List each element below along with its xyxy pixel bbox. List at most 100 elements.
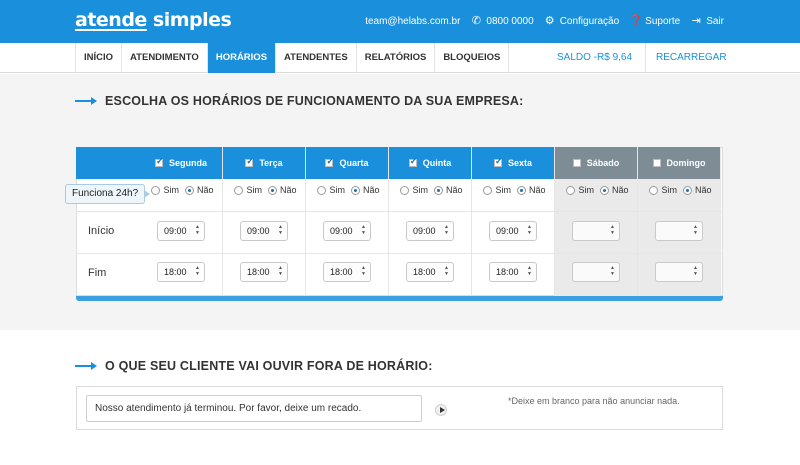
day-name: Terça [259, 158, 283, 168]
day-column: Quinta Sim Não 09:00 ▲▼ 18:00 ▲▼ [389, 147, 472, 296]
day-name: Segunda [168, 158, 207, 168]
radio-no[interactable] [516, 185, 526, 195]
spinner-arrows-icon: ▲ ▼ [610, 224, 615, 236]
spinner-arrows-icon: ▲ ▼ [195, 224, 200, 236]
day-checkbox[interactable] [245, 156, 254, 167]
radio-yes-label: Sim [412, 185, 428, 195]
tab-inicio[interactable]: INÍCIO [75, 43, 123, 73]
logout-link[interactable]: ⇥ Sair [690, 15, 724, 27]
day-header[interactable]: Quinta [389, 147, 471, 179]
end-time-select[interactable]: 18:00 ▲ ▼ [240, 262, 288, 282]
open-24h-options: Sim Não [140, 185, 222, 195]
play-message-button[interactable] [435, 404, 447, 416]
spinner-arrows-icon: ▲ ▼ [195, 265, 200, 277]
time-value: 09:00 [247, 226, 270, 236]
time-value: 09:00 [164, 226, 187, 236]
spinner-arrows-icon: ▲ ▼ [527, 224, 532, 236]
start-time-select[interactable]: 09:00 ▲ ▼ [240, 221, 288, 241]
tab-bloqueios[interactable]: BLOQUEIOS [435, 43, 510, 73]
start-time-select[interactable]: 09:00 ▲ ▼ [323, 221, 371, 241]
end-time-select[interactable]: 18:00 ▲ ▼ [489, 262, 537, 282]
start-time-select[interactable]: 09:00 ▲ ▼ [489, 221, 537, 241]
day-checkbox[interactable] [572, 159, 581, 167]
start-time-select[interactable]: ▲ ▼ [655, 221, 703, 241]
radio-no[interactable] [433, 185, 443, 195]
day-header[interactable]: Domingo [638, 147, 720, 179]
config-link[interactable]: ⚙ Configuração [544, 15, 619, 27]
out-of-hours-message-input[interactable]: Nosso atendimento já terminou. Por favor… [86, 395, 422, 422]
tab-relatorios[interactable]: RELATÓRIOS [357, 43, 436, 73]
day-header[interactable]: Sábado [555, 147, 637, 179]
recharge-link[interactable]: RECARREGAR [645, 43, 727, 73]
open-24h-options: Sim Não [389, 185, 471, 195]
radio-no[interactable] [350, 185, 360, 195]
radio-yes[interactable] [234, 185, 244, 195]
radio-yes[interactable] [483, 185, 493, 195]
support-link[interactable]: ❓ Suporte [629, 15, 680, 27]
radio-yes[interactable] [400, 185, 410, 195]
day-checkbox[interactable] [493, 156, 503, 167]
tab-atendentes[interactable]: ATENDENTES [276, 43, 357, 73]
day-checkbox[interactable] [652, 159, 661, 167]
radio-yes[interactable] [566, 185, 576, 195]
account-email[interactable]: team@helabs.com.br [365, 16, 460, 27]
radio-no[interactable] [184, 185, 194, 195]
row-label-start: Início [88, 225, 115, 237]
schedule-grid: Segunda Sim Não 09:00 ▲▼ 18:00 ▲▼ Terça Sim Não 09… [76, 147, 723, 301]
end-time-select[interactable]: 18:00 ▲ ▼ [406, 262, 454, 282]
schedule-bottom-bar [76, 296, 723, 301]
time-value: 18:00 [330, 267, 353, 277]
spinner-arrows-icon: ▲ ▼ [361, 224, 366, 236]
tab-atendimento[interactable]: ATENDIMENTO [122, 43, 208, 73]
radio-no[interactable] [599, 185, 609, 195]
day-checkbox[interactable] [325, 156, 334, 167]
day-header[interactable]: Sexta [472, 147, 554, 179]
open-24h-options: Sim Não [555, 185, 637, 195]
radio-no-label: Não [528, 185, 546, 195]
day-header[interactable]: Terça [223, 147, 305, 179]
row-label-end: Fim [88, 267, 107, 279]
end-time-select[interactable]: 18:00 ▲ ▼ [323, 262, 371, 282]
end-time-select[interactable]: ▲ ▼ [655, 262, 703, 282]
radio-yes[interactable] [649, 185, 659, 195]
radio-yes-label: Sim [578, 185, 594, 195]
radio-yes[interactable] [151, 185, 161, 195]
end-time-select[interactable]: ▲ ▼ [572, 262, 620, 282]
row-divider [76, 211, 723, 212]
spinner-arrows-icon: ▲ ▼ [278, 224, 283, 236]
day-checkbox[interactable] [408, 156, 417, 167]
help-icon: ❓ [629, 15, 643, 27]
time-value: 18:00 [164, 267, 187, 277]
config-label: Configuração [559, 15, 620, 27]
radio-no-label: Não [362, 185, 380, 195]
spinner-arrows-icon: ▲ ▼ [693, 265, 698, 277]
hours-section-title: ESCOLHA OS HORÁRIOS DE FUNCIONAMENTO DA … [75, 94, 524, 108]
start-time-select[interactable]: 09:00 ▲ ▼ [406, 221, 454, 241]
logo[interactable]: atende simples [75, 9, 232, 31]
radio-yes[interactable] [317, 185, 327, 195]
start-time-select[interactable]: ▲ ▼ [572, 221, 620, 241]
tab-horarios[interactable]: HORÁRIOS [207, 43, 277, 73]
time-value: 09:00 [413, 226, 436, 236]
phone-link[interactable]: ✆ 0800 0000 [470, 15, 534, 27]
day-header[interactable]: Segunda [140, 147, 222, 179]
day-column: Sábado Sim Não ▲ ▼ ▲ ▼ [555, 147, 638, 296]
day-checkbox[interactable] [154, 156, 164, 167]
time-value: 09:00 [496, 226, 519, 236]
day-header[interactable]: Quarta [306, 147, 388, 179]
start-time-select[interactable]: 09:00 ▲ ▼ [157, 221, 205, 241]
radio-no-label: Não [196, 185, 214, 195]
logout-label: Sair [706, 15, 724, 27]
time-value: 18:00 [413, 267, 436, 277]
day-column: Terça Sim Não 09:00 ▲▼ 18:00 ▲▼ [223, 147, 306, 296]
balance: SALDO -R$ 9,64 [557, 52, 633, 63]
time-value: 18:00 [247, 267, 270, 277]
day-column: Sexta Sim Não 09:00 ▲▼ 18:00 ▲▼ [472, 147, 555, 296]
time-value: 09:00 [330, 226, 353, 236]
radio-no[interactable] [682, 185, 692, 195]
spinner-arrows-icon: ▲ ▼ [361, 265, 366, 277]
open-24h-options: Sim Não [638, 185, 720, 195]
top-bar: atende simples team@helabs.com.br ✆ 0800… [0, 0, 800, 43]
radio-no[interactable] [267, 185, 277, 195]
end-time-select[interactable]: 18:00 ▲ ▼ [157, 262, 205, 282]
